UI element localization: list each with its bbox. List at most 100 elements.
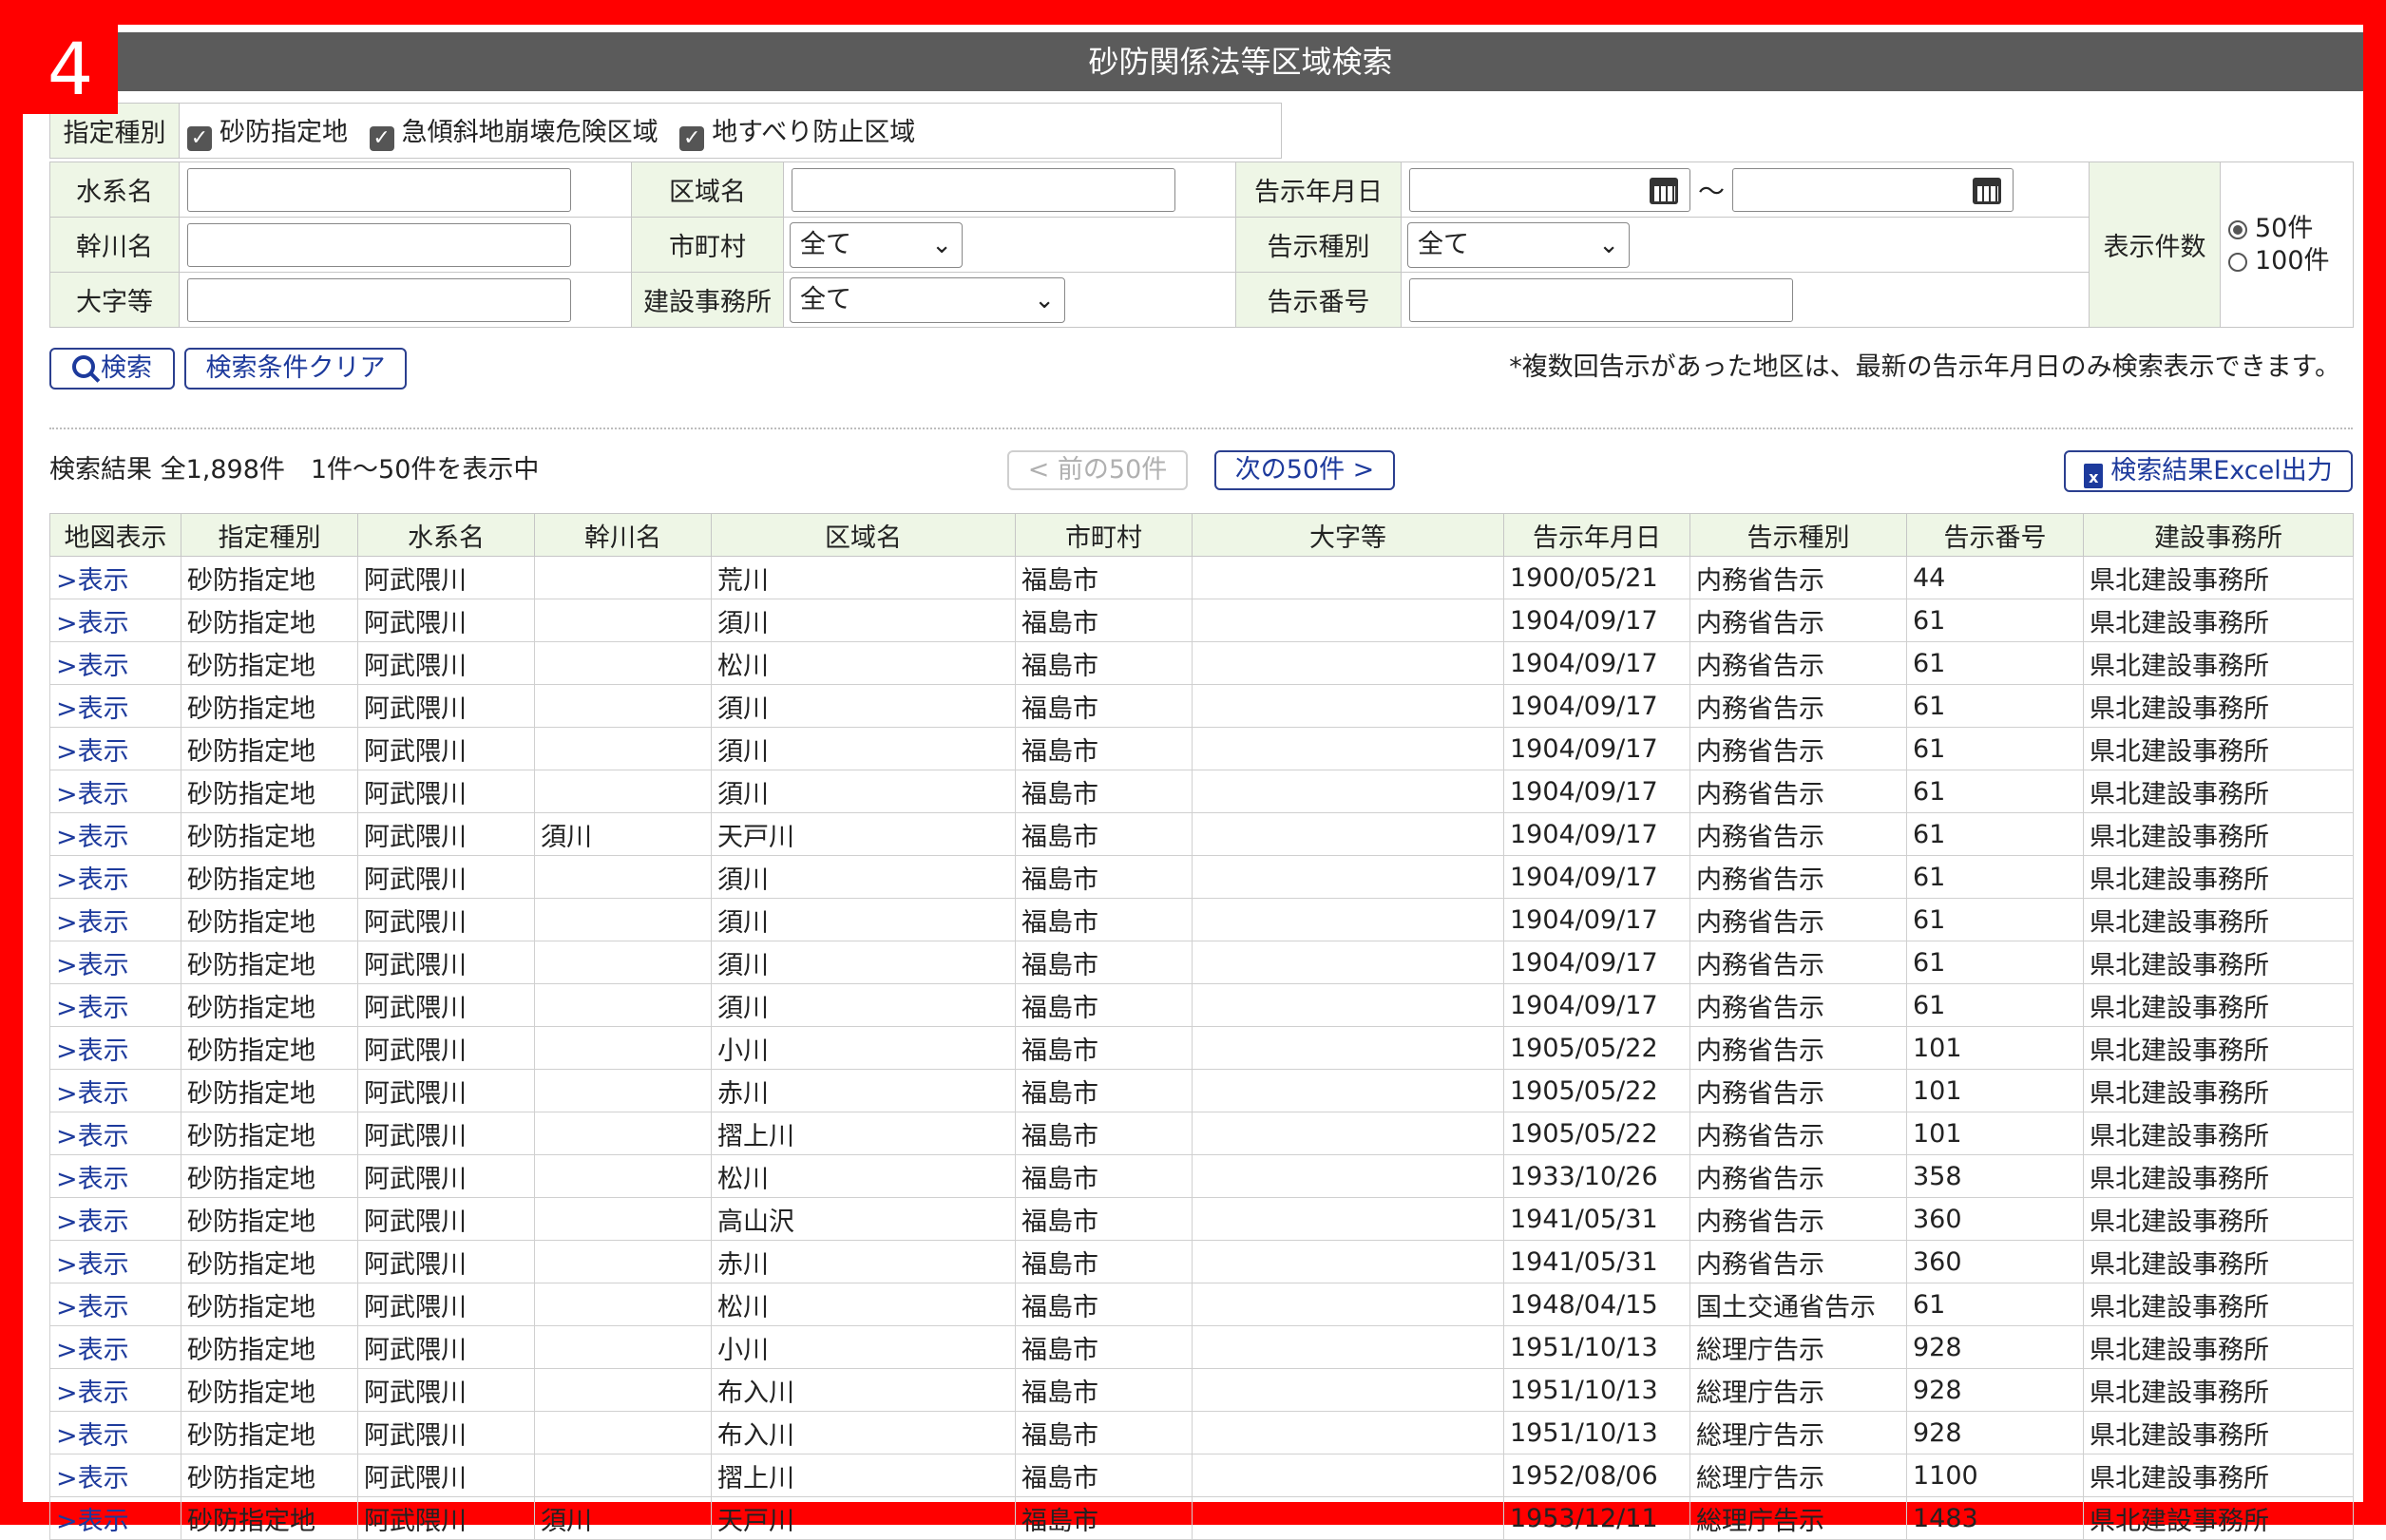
checkbox-checked-icon[interactable]: ✓: [187, 125, 212, 151]
designation-option-jisuberi[interactable]: ✓ 地すべり防止区域: [679, 111, 915, 151]
checkbox-checked-icon[interactable]: ✓: [369, 125, 394, 151]
kokuji-type-select[interactable]: 全て ⌄: [1407, 221, 1630, 268]
map-display-link[interactable]: >表示: [49, 1197, 181, 1241]
map-display-link[interactable]: >表示: [49, 1283, 181, 1326]
table-cell: 福島市: [1015, 1154, 1193, 1198]
table-cell: 福島市: [1015, 1454, 1193, 1497]
table-row: >表示 砂防指定地 阿武隈川 小川 福島市 1905/05/22 内務省告示 101 県北建設事…: [49, 1026, 2354, 1070]
table-cell: [534, 1325, 712, 1369]
date-from-input[interactable]: [1409, 167, 1690, 212]
table-cell: 布入川: [711, 1368, 1016, 1412]
date-to-input[interactable]: [1732, 167, 2014, 212]
table-cell: 内務省告示: [1689, 599, 1907, 642]
table-cell: 内務省告示: [1689, 770, 1907, 813]
oaza-input[interactable]: [187, 277, 571, 322]
map-display-link[interactable]: >表示: [49, 1069, 181, 1112]
clear-conditions-button[interactable]: 検索条件クリア: [184, 348, 407, 390]
table-cell: 阿武隈川: [357, 1112, 535, 1155]
radio-selected-icon[interactable]: [2228, 219, 2247, 239]
column-header: 水系名: [357, 513, 535, 557]
column-header: 幹川名: [534, 513, 712, 557]
radio-unselected-icon[interactable]: [2228, 252, 2247, 272]
table-cell: 1904/09/17: [1503, 727, 1690, 770]
table-cell: [534, 556, 712, 599]
table-cell: 赤川: [711, 1069, 1016, 1112]
table-cell: 1905/05/22: [1503, 1112, 1690, 1155]
map-display-link[interactable]: >表示: [49, 1496, 181, 1540]
map-display-link[interactable]: >表示: [49, 812, 181, 856]
map-display-link[interactable]: >表示: [49, 1112, 181, 1155]
table-cell: [534, 1026, 712, 1070]
map-display-link[interactable]: >表示: [49, 641, 181, 685]
table-cell: 県北建設事務所: [2083, 641, 2354, 685]
table-cell: 内務省告示: [1689, 855, 1907, 899]
table-cell: 砂防指定地: [181, 1026, 358, 1070]
designation-option-kyukeisha[interactable]: ✓ 急傾斜地崩壊危険区域: [369, 111, 659, 151]
kokuji-no-input[interactable]: [1409, 277, 1793, 322]
table-cell: [534, 727, 712, 770]
table-cell: 砂防指定地: [181, 1454, 358, 1497]
table-cell: 阿武隈川: [357, 1240, 535, 1283]
checkbox-checked-icon[interactable]: ✓: [679, 125, 705, 151]
calendar-icon[interactable]: [1650, 177, 1678, 204]
table-cell: 砂防指定地: [181, 855, 358, 899]
kansen-input[interactable]: [187, 222, 571, 267]
map-display-link[interactable]: >表示: [49, 727, 181, 770]
table-cell: 福島市: [1015, 1026, 1193, 1070]
map-display-link[interactable]: >表示: [49, 898, 181, 941]
table-cell: 福島市: [1015, 727, 1193, 770]
map-display-link[interactable]: >表示: [49, 1368, 181, 1412]
table-cell: 44: [1906, 556, 2084, 599]
search-button[interactable]: 検索: [49, 348, 175, 390]
map-display-link[interactable]: >表示: [49, 1325, 181, 1369]
table-cell: 天戸川: [711, 812, 1016, 856]
table-cell: 県北建設事務所: [2083, 1368, 2354, 1412]
table-cell: 阿武隈川: [357, 855, 535, 899]
prev-page-button[interactable]: < 前の50件: [1007, 450, 1188, 490]
table-cell: 県北建設事務所: [2083, 727, 2354, 770]
map-display-link[interactable]: >表示: [49, 770, 181, 813]
table-cell: 砂防指定地: [181, 770, 358, 813]
table-cell: 内務省告示: [1689, 1069, 1907, 1112]
table-cell: 阿武隈川: [357, 941, 535, 984]
count-option-100[interactable]: 100件: [2221, 245, 2353, 277]
table-cell: 砂防指定地: [181, 941, 358, 984]
map-display-link[interactable]: >表示: [49, 1154, 181, 1198]
table-cell: 荒川: [711, 556, 1016, 599]
table-cell: 県北建設事務所: [2083, 941, 2354, 984]
map-display-link[interactable]: >表示: [49, 1454, 181, 1497]
table-cell: [534, 641, 712, 685]
office-select[interactable]: 全て ⌄: [790, 276, 1065, 323]
map-display-link[interactable]: >表示: [49, 855, 181, 899]
column-header: 指定種別: [181, 513, 358, 557]
map-display-link[interactable]: >表示: [49, 983, 181, 1027]
map-display-link[interactable]: >表示: [49, 1411, 181, 1454]
map-display-link[interactable]: >表示: [49, 1240, 181, 1283]
table-row: >表示 砂防指定地 阿武隈川 須川 福島市 1904/09/17 内務省告示 61 県北建設事務…: [49, 983, 2354, 1027]
table-cell: [534, 599, 712, 642]
map-display-link[interactable]: >表示: [49, 684, 181, 728]
table-cell: [1192, 684, 1504, 728]
excel-export-button[interactable]: x 検索結果Excel出力: [2064, 450, 2353, 492]
count-option-50[interactable]: 50件: [2221, 213, 2353, 245]
kuiki-input[interactable]: [792, 167, 1175, 212]
city-select[interactable]: 全て ⌄: [790, 221, 963, 268]
map-display-link[interactable]: >表示: [49, 941, 181, 984]
calendar-icon[interactable]: [1973, 177, 2002, 204]
map-display-link[interactable]: >表示: [49, 556, 181, 599]
search-note: *複数回告示があった地区は、最新の告示年月日のみ検索表示できます。: [1509, 352, 2340, 382]
table-cell: 総理庁告示: [1689, 1368, 1907, 1412]
map-display-link[interactable]: >表示: [49, 599, 181, 642]
column-header: 告示年月日: [1503, 513, 1690, 557]
map-display-link[interactable]: >表示: [49, 1026, 181, 1070]
suikei-input[interactable]: [187, 167, 571, 212]
designation-row: 指定種別 ✓ 砂防指定地 ✓ 急傾斜地崩壊危険区域 ✓ 地すべり防止区域: [49, 103, 1282, 159]
table-cell: 県北建設事務所: [2083, 983, 2354, 1027]
table-cell: 須川: [534, 1496, 712, 1540]
table-cell: 県北建設事務所: [2083, 1026, 2354, 1070]
table-cell: 砂防指定地: [181, 599, 358, 642]
table-cell: [1192, 983, 1504, 1027]
designation-option-sabo[interactable]: ✓ 砂防指定地: [187, 111, 348, 151]
table-cell: [534, 983, 712, 1027]
next-page-button[interactable]: 次の50件 >: [1214, 450, 1395, 490]
